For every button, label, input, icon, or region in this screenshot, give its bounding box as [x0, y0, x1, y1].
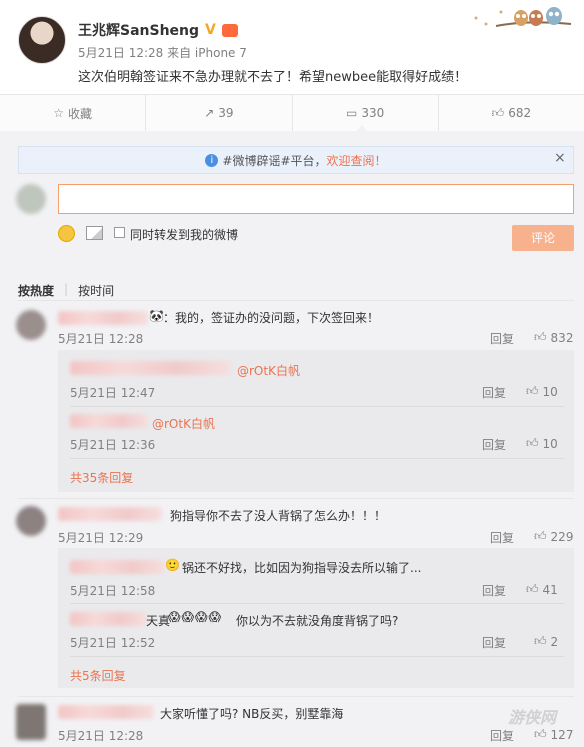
thumbs-up-icon: 👍︎	[526, 582, 539, 596]
emoji-face-icon: 🙂	[165, 558, 180, 572]
collect-label: 收藏	[68, 106, 93, 121]
repost-count: 39	[218, 106, 234, 120]
commenter-name[interactable]	[58, 311, 148, 325]
reply-time: 5月21日 12:52	[70, 636, 156, 650]
verified-icon: V	[205, 22, 216, 38]
site-watermark: 游侠网	[508, 708, 557, 727]
like-button[interactable]: 👍︎ 682	[437, 95, 584, 131]
reply-time: 5月21日 12:58	[70, 584, 156, 598]
reply-like-count: 10	[542, 384, 558, 399]
comment-time: 5月21日 12:29	[58, 531, 144, 545]
commenter-avatar[interactable]	[16, 704, 46, 740]
thumbs-up-icon: 👍︎	[534, 330, 547, 344]
comment-time: 5月21日 12:28	[58, 729, 144, 743]
author-avatar[interactable]	[18, 16, 66, 64]
member-icon	[221, 23, 238, 37]
reply-text: 锅还不好找，比如因为狗指导没去所以输了...	[182, 561, 422, 575]
comment-icon: ▭	[346, 106, 358, 120]
thumbs-up-icon: 👍︎	[534, 634, 547, 648]
reply-like-button[interactable]: 👍︎ 10	[526, 436, 558, 451]
notice-link[interactable]: 欢迎查阅！	[327, 152, 387, 169]
like-count: 682	[508, 106, 532, 120]
reply-button[interactable]: 回复	[482, 436, 506, 453]
comment-time: 5月21日 12:28	[58, 332, 144, 346]
reply-button[interactable]: 回复	[490, 529, 514, 546]
sort-hot-tab[interactable]: 按热度	[18, 282, 54, 299]
submit-comment-button[interactable]: 评论	[512, 225, 574, 251]
reply-mention[interactable]: @rOtK白帆	[152, 415, 215, 432]
reply-button[interactable]: 回复	[482, 582, 506, 599]
comment-like-button[interactable]: 👍︎ 229	[534, 529, 573, 544]
image-icon[interactable]	[86, 226, 103, 240]
reply-like-button[interactable]: 👍︎ 10	[526, 384, 558, 399]
thumbs-up-icon: 👍︎	[534, 727, 547, 741]
close-icon[interactable]: ×	[554, 150, 566, 166]
sort-time-tab[interactable]: 按时间	[78, 282, 114, 299]
emoji-panda-icon: 🐼	[149, 309, 164, 323]
comment-like-button[interactable]: 👍︎ 127	[534, 727, 573, 742]
notice-text: #微博辟谣#平台，	[222, 153, 327, 168]
reply-like-count: 10	[542, 436, 558, 451]
thumbs-up-icon: 👍︎	[491, 105, 505, 120]
more-replies-link[interactable]: 共35条回复	[70, 469, 133, 486]
my-avatar	[16, 184, 46, 214]
replier-name[interactable]	[70, 612, 146, 626]
reply-button[interactable]: 回复	[490, 727, 514, 744]
replier-name[interactable]	[70, 414, 148, 428]
star-icon: ☆	[53, 106, 64, 120]
reply-text: 你以为不去就没角度背锅了吗?	[236, 614, 399, 628]
commenter-avatar[interactable]	[16, 310, 46, 340]
thumbs-up-icon: 👍︎	[534, 529, 547, 543]
comment-text: 狗指导你不去了没人背锅了怎么办！！！	[170, 509, 387, 523]
comment-like-count: 229	[550, 529, 574, 544]
commenter-name[interactable]	[58, 507, 162, 521]
more-replies-link[interactable]: 共5条回复	[70, 667, 126, 684]
commenter-name[interactable]	[58, 705, 154, 719]
replier-name[interactable]	[70, 361, 230, 375]
reply-like-count: 41	[542, 582, 558, 597]
repost-checkbox-label: 同时转发到我的微博	[130, 228, 239, 242]
author-name[interactable]: 王兆辉SanSheng	[78, 20, 199, 40]
emoji-icon[interactable]	[58, 225, 75, 242]
emoji-sticker-icon: 😱😱😱😱	[168, 610, 223, 624]
comment-input[interactable]	[58, 184, 574, 214]
commenter-avatar[interactable]	[16, 506, 46, 536]
reply-button[interactable]: 回复	[482, 384, 506, 401]
reply-time: 5月21日 12:47	[70, 386, 156, 400]
comment-like-count: 832	[550, 330, 574, 345]
reply-prefix: 天真	[146, 614, 171, 628]
post-content: 这次伯明翰签证来不急办理就不去了！希望newbee能取得好成绩！	[78, 70, 468, 85]
thumbs-up-icon: 👍︎	[526, 436, 539, 450]
comment-text: 大家听懂了吗? NB反买，别墅靠海	[160, 707, 344, 721]
replier-name[interactable]	[70, 560, 164, 574]
reply-like-button[interactable]: 👍︎ 41	[526, 582, 558, 597]
reply-mention[interactable]: @rOtK白帆	[237, 362, 300, 379]
comment-like-button[interactable]: 👍︎ 832	[534, 330, 573, 345]
owl-decoration-icon	[456, 4, 576, 34]
notice-bar: i #微博辟谣#平台， 欢迎查阅！	[18, 146, 574, 174]
reply-like-count: 2	[550, 634, 559, 649]
comment-like-count: 127	[550, 727, 574, 742]
comment-text: ：我的，签证办的没问题，下次签回来！	[163, 311, 380, 325]
reply-like-button[interactable]: 👍︎ 2	[534, 634, 558, 649]
reply-time: 5月21日 12:36	[70, 438, 156, 452]
thumbs-up-icon: 👍︎	[526, 384, 539, 398]
reply-button[interactable]: 回复	[482, 634, 506, 651]
info-icon: i	[205, 153, 219, 167]
repost-button[interactable]: ↗ 39	[145, 95, 291, 131]
repost-checkbox[interactable]	[114, 227, 125, 238]
comment-count: 330	[361, 106, 385, 120]
post-meta: 5月21日 12:28 来自 iPhone 7	[78, 46, 247, 60]
reply-button[interactable]: 回复	[490, 330, 514, 347]
collect-button[interactable]: ☆ 收藏	[0, 95, 145, 131]
repost-icon: ↗	[204, 106, 215, 120]
